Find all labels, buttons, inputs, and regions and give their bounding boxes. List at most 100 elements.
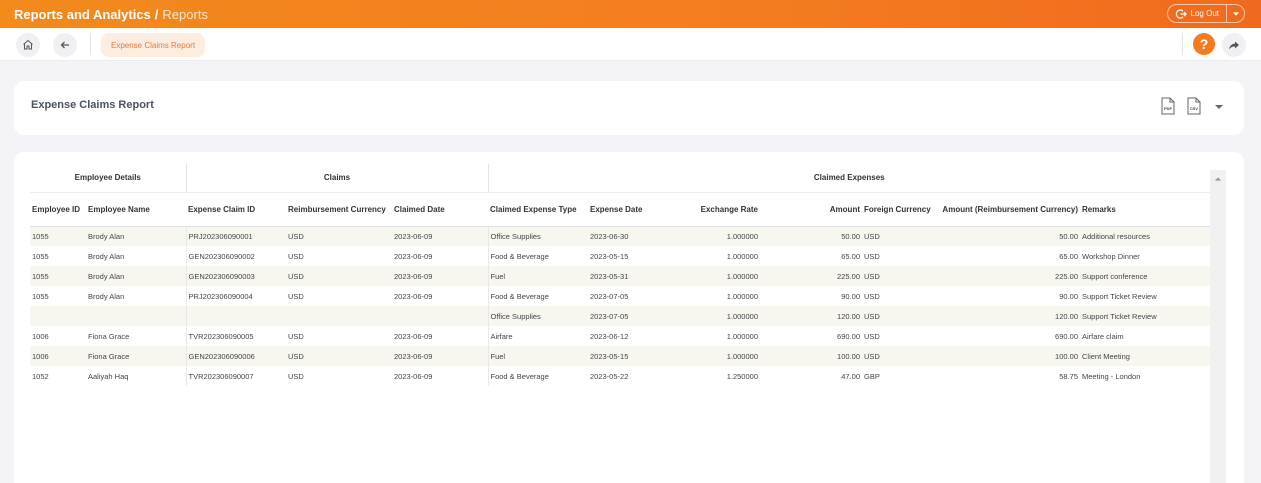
column-header[interactable]: Claimed Date <box>392 192 488 227</box>
table-cell: Fiona Grace <box>86 326 187 346</box>
table-cell: 690.00 <box>936 326 1080 346</box>
table-cell: Brody Alan <box>86 246 187 266</box>
table-cell: 50.00 <box>936 226 1080 246</box>
table-cell: 2023-06-09 <box>392 366 489 386</box>
column-header[interactable]: Reimbursement Currency <box>286 192 392 227</box>
table-cell: USD <box>286 286 392 306</box>
help-button[interactable]: ? <box>1193 33 1215 55</box>
table-cell <box>186 306 286 326</box>
table-cell: 1.000000 <box>662 286 760 306</box>
table-cell: GEN202306090003 <box>186 266 286 286</box>
column-header[interactable]: Expense Date <box>588 192 662 227</box>
export-dropdown-icon[interactable] <box>1214 102 1224 112</box>
table-cell: USD <box>286 266 392 286</box>
table-cell: USD <box>286 366 392 386</box>
back-button[interactable] <box>53 33 77 57</box>
csv-export-label: CSV <box>1190 106 1199 111</box>
table-cell <box>86 306 187 326</box>
table-cell: 2023-06-09 <box>392 246 489 266</box>
home-button[interactable] <box>16 33 40 57</box>
table-cell: Brody Alan <box>86 266 187 286</box>
table-cell: USD <box>862 226 936 246</box>
pdf-export-icon[interactable]: PDF <box>1160 97 1176 115</box>
tab-expense-claims-report[interactable]: Expense Claims Report <box>101 33 206 57</box>
logout-dropdown-button[interactable] <box>1226 5 1244 22</box>
table-cell: 47.00 <box>760 366 862 386</box>
table-row[interactable]: Office Supplies 2023-07-05 1.000000 120.00 U… <box>30 306 1210 326</box>
table-cell: 2023-06-30 <box>588 226 662 246</box>
table-cell: 65.00 <box>760 246 862 266</box>
table-cell: 2023-06-09 <box>392 326 489 346</box>
report-table-card: Employee Details Claims Claimed Expenses… <box>14 152 1244 483</box>
column-header[interactable]: Employee Name <box>86 192 186 227</box>
table-cell: Meeting - London <box>1080 366 1210 386</box>
table-cell: 2023-06-09 <box>392 266 489 286</box>
table-cell: 1.000000 <box>662 306 760 326</box>
breadcrumb-section[interactable]: Reports and Analytics <box>14 7 151 22</box>
csv-export-icon[interactable]: CSV <box>1186 97 1202 115</box>
table-cell: TVR202306090005 <box>186 326 286 346</box>
table-cell: 1006 <box>30 326 86 346</box>
table-cell: USD <box>862 266 936 286</box>
table-cell: 2023-06-09 <box>392 346 489 366</box>
table-row[interactable]: 1055 Brody Alan PRJ202306090004 USD 2023-06-… <box>30 286 1210 306</box>
column-header[interactable]: Foreign Currency <box>862 192 936 227</box>
table-row[interactable]: 1055 Brody Alan PRJ202306090001 USD 2023-06-… <box>30 226 1210 246</box>
vertical-scrollbar[interactable] <box>1210 170 1226 483</box>
table-cell <box>30 306 86 326</box>
report-title: Expense Claims Report <box>31 99 154 111</box>
column-header[interactable]: Expense Claim ID <box>186 192 286 227</box>
table-cell: Airfare claim <box>1080 326 1210 346</box>
table-cell: 120.00 <box>760 306 862 326</box>
pdf-export-label: PDF <box>1164 106 1173 111</box>
breadcrumb-page[interactable]: Reports <box>162 7 208 22</box>
table-cell: USD <box>862 286 936 306</box>
group-header-employee-details: Employee Details <box>30 164 187 193</box>
logout-label: Log Out <box>1190 9 1219 18</box>
top-bar: Reports and Analytics / Reports Log Out <box>0 0 1261 28</box>
table-cell: 2023-06-09 <box>392 286 489 306</box>
logout-icon <box>1175 8 1187 19</box>
table-cell: 2023-05-22 <box>588 366 662 386</box>
report-header-card: Expense Claims Report PDF CSV <box>14 81 1244 135</box>
table-row[interactable]: 1006 Fiona Grace TVR202306090005 USD 2023-06… <box>30 326 1210 346</box>
column-header[interactable]: Exchange Rate <box>662 192 760 227</box>
table-cell: Office Supplies <box>488 306 588 326</box>
column-header[interactable]: Amount (Reimbursement Currency) <box>936 192 1080 227</box>
table-cell: USD <box>286 346 392 366</box>
column-header[interactable]: Claimed Expense Type <box>488 192 588 227</box>
table-cell: Additional resources <box>1080 226 1210 246</box>
table-cell: 690.00 <box>760 326 862 346</box>
table-cell: 1055 <box>30 246 86 266</box>
column-header[interactable]: Remarks <box>1080 192 1210 227</box>
table-row[interactable]: 1055 Brody Alan GEN202306090003 USD 2023-06-… <box>30 266 1210 286</box>
scroll-up-icon[interactable] <box>1214 175 1222 183</box>
table-cell: 2023-06-12 <box>588 326 662 346</box>
table-cell: USD <box>862 246 936 266</box>
nav-divider <box>1182 33 1183 55</box>
table-cell: Food & Beverage <box>488 246 588 266</box>
table-cell: GEN202306090006 <box>186 346 286 366</box>
table-cell: 2023-07-05 <box>588 286 662 306</box>
table-cell: 1055 <box>30 226 86 246</box>
table-cell: 1.000000 <box>662 226 760 246</box>
logout-group: Log Out <box>1166 4 1245 23</box>
table-cell: Food & Beverage <box>488 366 588 386</box>
table-cell: 1052 <box>30 366 86 386</box>
share-button[interactable] <box>1222 33 1246 57</box>
logout-button[interactable]: Log Out <box>1168 5 1226 22</box>
table-row[interactable]: 1052 Aaliyah Haq TVR202306090007 USD 2023-06… <box>30 366 1210 386</box>
group-header-claimed-expenses: Claimed Expenses <box>488 164 1210 193</box>
table-cell <box>286 306 392 326</box>
table-cell: 2023-07-05 <box>588 306 662 326</box>
table-row[interactable]: 1006 Fiona Grace GEN202306090006 USD 2023-06… <box>30 346 1210 366</box>
table-cell: Support Ticket Review <box>1080 286 1210 306</box>
table-cell: Support Ticket Review <box>1080 306 1210 326</box>
table-row[interactable]: 1055 Brody Alan GEN202306090002 USD 2023-06-… <box>30 246 1210 266</box>
share-arrow-icon <box>1229 41 1239 50</box>
table-cell: 100.00 <box>936 346 1080 366</box>
table-cell: Client Meeting <box>1080 346 1210 366</box>
column-header[interactable]: Amount <box>760 192 862 227</box>
column-header[interactable]: Employee ID <box>30 192 86 227</box>
table-cell: 225.00 <box>760 266 862 286</box>
